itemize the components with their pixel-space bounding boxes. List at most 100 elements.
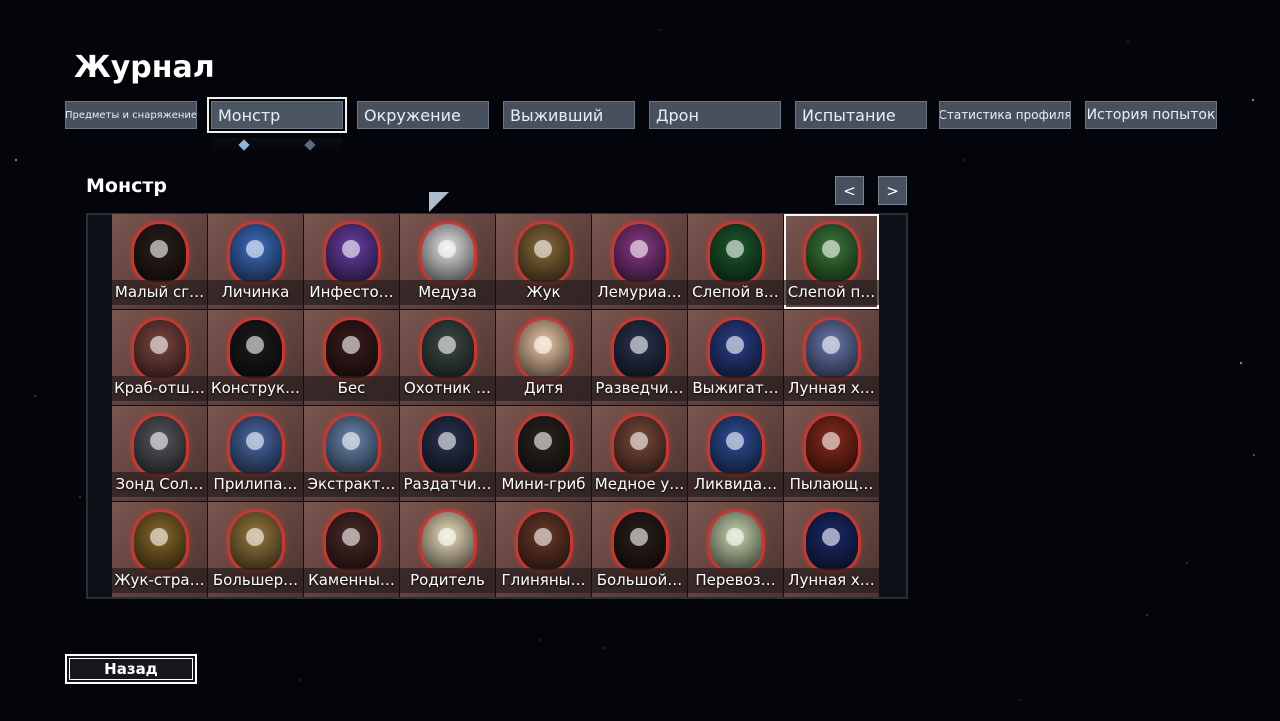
prev-page-button[interactable]: < <box>835 176 864 205</box>
monster-label: Большер… <box>208 568 303 593</box>
monster-entry[interactable]: Личинка <box>208 214 303 309</box>
monster-entry[interactable]: Прилипа… <box>208 406 303 501</box>
eye-creature-icon <box>326 224 378 282</box>
monster-label: Конструк… <box>208 376 303 401</box>
next-page-button[interactable]: > <box>878 176 907 205</box>
stone-icon <box>326 512 378 570</box>
monster-entry[interactable]: Перевоз… <box>688 502 783 597</box>
tab-items[interactable]: Предметы и снаряжение <box>65 101 197 129</box>
construct-icon <box>230 320 282 378</box>
bighorn-icon <box>230 512 282 570</box>
monster-entry[interactable]: Глиняны… <box>496 502 591 597</box>
hermit-crab-icon <box>134 320 186 378</box>
transporter-icon <box>710 512 762 570</box>
solus-probe-icon <box>134 416 186 474</box>
page-pip-active[interactable] <box>238 139 250 151</box>
monster-label: Жук-стра… <box>112 568 207 593</box>
jellyfish-icon <box>422 224 474 282</box>
monster-entry[interactable]: Большой… <box>592 502 687 597</box>
monster-label: Ликвида… <box>688 472 783 497</box>
monster-label: Лунная х… <box>784 568 879 593</box>
parent-icon <box>422 512 474 570</box>
monster-label: Большой… <box>592 568 687 593</box>
monster-entry[interactable]: Выжигат… <box>688 310 783 405</box>
page-title: Журнал <box>74 50 215 85</box>
monster-entry[interactable]: Раздатчи… <box>400 406 495 501</box>
beetle-icon <box>518 224 570 282</box>
mouse-cursor-icon <box>429 192 449 212</box>
monster-label: Прилипа… <box>208 472 303 497</box>
monster-label: Жук <box>496 280 591 305</box>
monster-entry[interactable]: Каменны… <box>304 502 399 597</box>
larva-icon <box>230 224 282 282</box>
liquidator-icon <box>710 416 762 474</box>
monster-label: Экстракт… <box>304 472 399 497</box>
big-egg-icon <box>614 512 666 570</box>
monster-entry[interactable]: Лунная х… <box>784 310 879 405</box>
monster-entry[interactable]: Лунная х… <box>784 502 879 597</box>
egg-creature-icon <box>134 224 186 282</box>
monster-entry[interactable]: Краб-отш… <box>112 310 207 405</box>
monster-entry[interactable]: Охотник … <box>400 310 495 405</box>
mini-mushroom-icon <box>518 416 570 474</box>
hunter-icon <box>422 320 474 378</box>
tab-run-history[interactable]: История попыток <box>1085 101 1217 129</box>
monster-label: Глиняны… <box>496 568 591 593</box>
child-icon <box>518 320 570 378</box>
extractor-icon <box>326 416 378 474</box>
lemurian-icon <box>614 224 666 282</box>
page-pip[interactable] <box>304 139 316 151</box>
monster-entry[interactable]: Конструк… <box>208 310 303 405</box>
monster-label: Бес <box>304 376 399 401</box>
monster-entry[interactable]: Родитель <box>400 502 495 597</box>
monster-label: Мини-гриб <box>496 472 591 497</box>
monster-entry[interactable]: Бес <box>304 310 399 405</box>
scorcher-icon <box>710 320 762 378</box>
monster-entry[interactable]: Пылающ… <box>784 406 879 501</box>
tab-profile-stats[interactable]: Статистика профиля <box>939 101 1071 129</box>
monster-label: Краб-отш… <box>112 376 207 401</box>
imp-icon <box>326 320 378 378</box>
monster-entry[interactable]: Мини-гриб <box>496 406 591 501</box>
monster-label: Малый сг… <box>112 280 207 305</box>
clay-icon <box>518 512 570 570</box>
tab-survivor[interactable]: Выживший <box>503 101 635 129</box>
monster-entry[interactable]: Жук-стра… <box>112 502 207 597</box>
monster-label: Зонд Сол… <box>112 472 207 497</box>
monster-entry[interactable]: Разведчи… <box>592 310 687 405</box>
monster-entry[interactable]: Лемуриа… <box>592 214 687 309</box>
monster-entry[interactable]: Медуза <box>400 214 495 309</box>
tab-drone[interactable]: Дрон <box>649 101 781 129</box>
monster-label: Каменны… <box>304 568 399 593</box>
scout-icon <box>614 320 666 378</box>
monster-entry[interactable]: Большер… <box>208 502 303 597</box>
tab-challenge[interactable]: Испытание <box>795 101 927 129</box>
monster-label: Разведчи… <box>592 376 687 401</box>
monster-label: Родитель <box>400 568 495 593</box>
monster-entry[interactable]: Дитя <box>496 310 591 405</box>
monster-label: Личинка <box>208 280 303 305</box>
monster-label: Перевоз… <box>688 568 783 593</box>
monster-entry[interactable]: Экстракт… <box>304 406 399 501</box>
back-button[interactable]: Назад <box>65 654 197 684</box>
monster-entry[interactable]: Зонд Сол… <box>112 406 207 501</box>
monster-label: Медное у… <box>592 472 687 497</box>
monster-entry[interactable]: Жук <box>496 214 591 309</box>
monster-entry[interactable]: Малый сг… <box>112 214 207 309</box>
monster-entry[interactable]: Медное у… <box>592 406 687 501</box>
monster-entry[interactable]: Инфесто… <box>304 214 399 309</box>
monster-entry[interactable]: Слепой п… <box>784 214 879 309</box>
monster-label: Дитя <box>496 376 591 401</box>
monster-entry[interactable]: Ликвида… <box>688 406 783 501</box>
page-indicator <box>212 138 342 154</box>
monster-entry[interactable]: Слепой в… <box>688 214 783 309</box>
monster-label: Пылающ… <box>784 472 879 497</box>
monster-grid: Малый сг… Личинка Инфесто… Медуза Жук Лемуриа… <box>112 214 882 598</box>
monster-label: Медуза <box>400 280 495 305</box>
blind-pest-icon <box>806 224 858 282</box>
tab-monster[interactable]: Монстр <box>207 97 347 133</box>
monster-label: Слепой п… <box>784 280 879 305</box>
lunar-chimera-icon <box>806 320 858 378</box>
tab-environment[interactable]: Окружение <box>357 101 489 129</box>
leech-icon <box>230 416 282 474</box>
